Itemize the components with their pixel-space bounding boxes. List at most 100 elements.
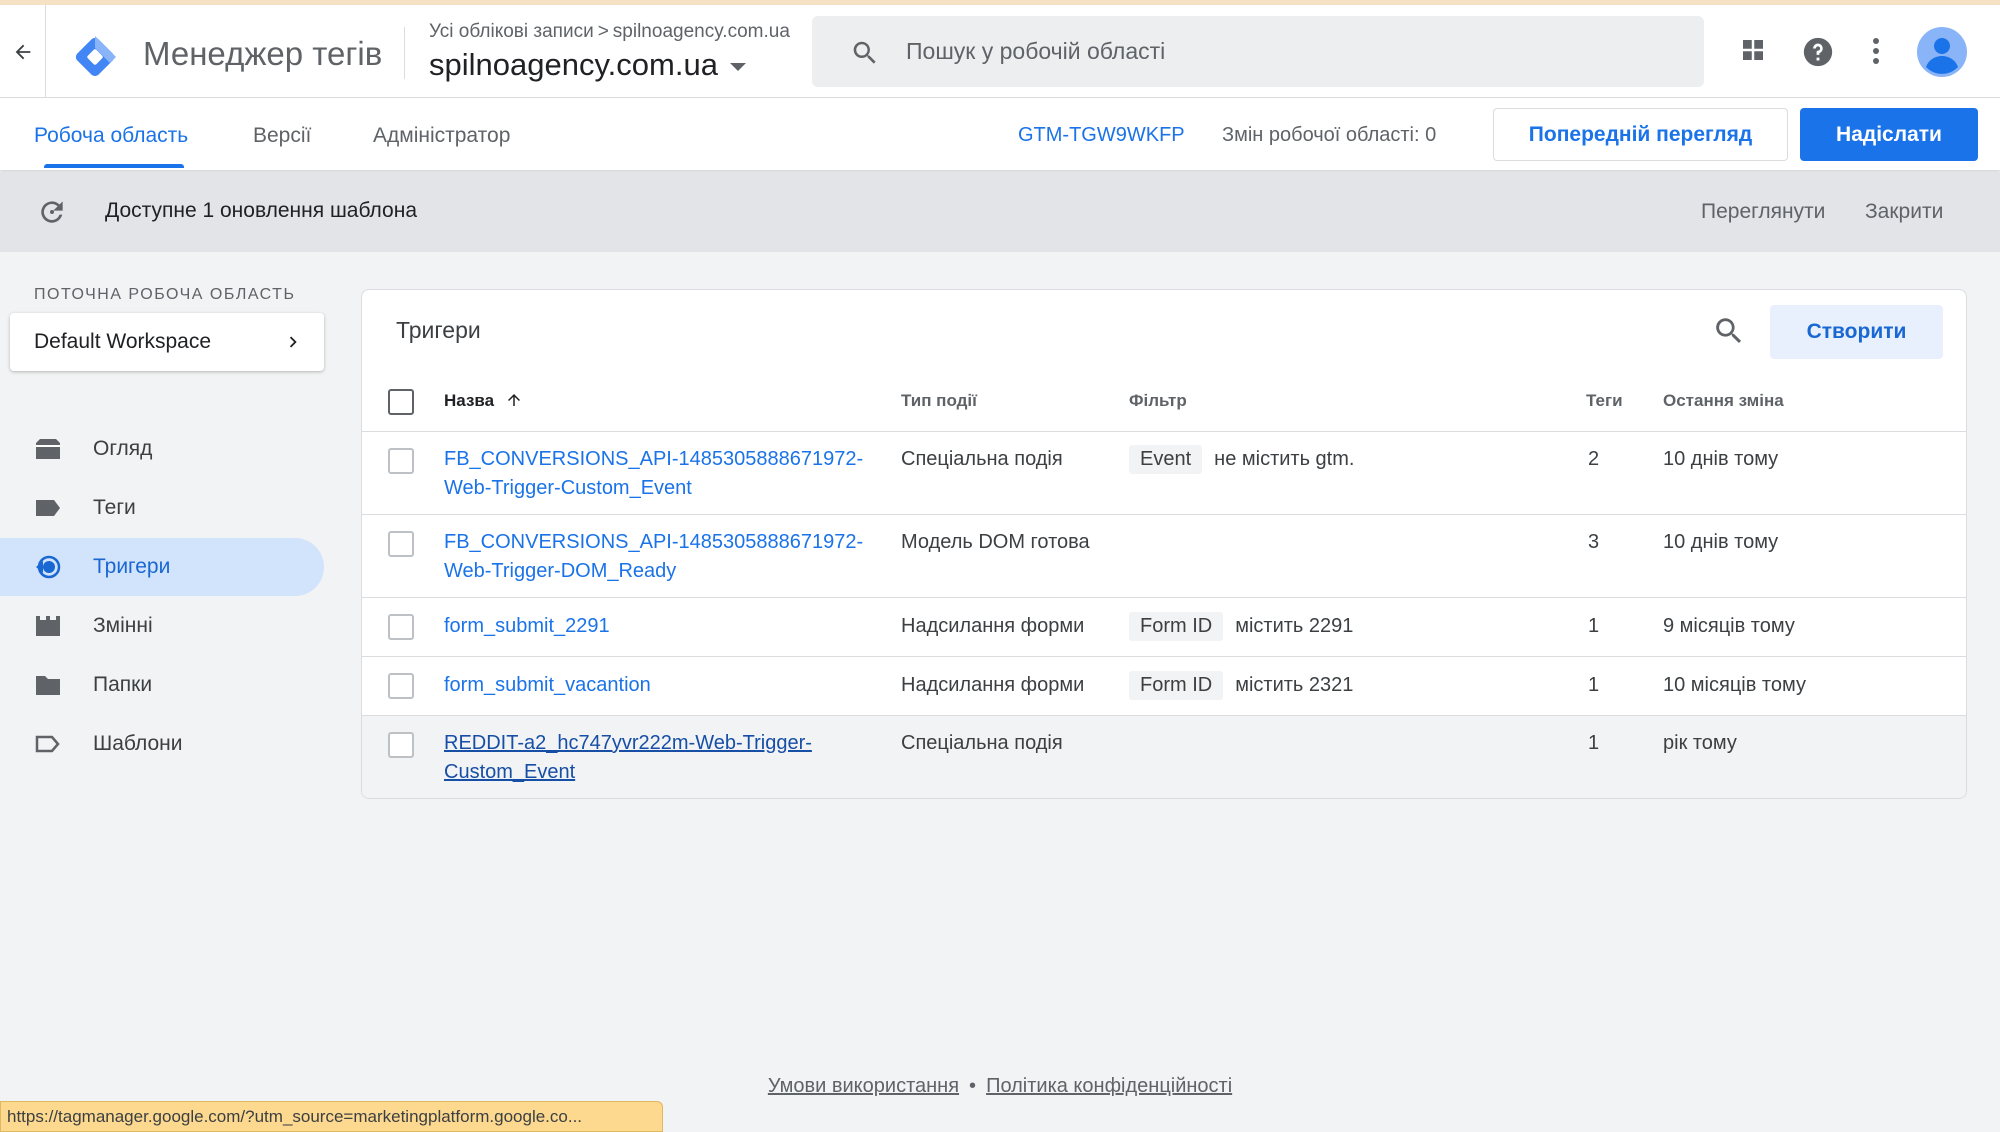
more-vert-icon[interactable] [1864, 35, 1888, 67]
row-checkbox[interactable] [388, 448, 414, 474]
filter-variable-chip: Form ID [1129, 671, 1224, 700]
tags-count: 3 [1588, 531, 1600, 553]
table-row[interactable]: REDDIT-a2_hc747yvr222m-Web-Trigger- Custo… [362, 715, 1966, 798]
container-name: spilnoagency.com.ua [429, 47, 718, 82]
filter-condition: не містить gtm. [1214, 448, 1355, 470]
column-header-filter[interactable]: Фільтр [1129, 391, 1187, 411]
sidebar-item-label: Тригери [93, 555, 171, 578]
preview-button[interactable]: Попередній перегляд [1493, 108, 1788, 161]
current-workspace-label: ПОТОЧНА РОБОЧА ОБЛАСТЬ [34, 286, 296, 303]
terms-link[interactable]: Умови використання [768, 1075, 959, 1097]
sidebar-item-templates[interactable]: Шаблони [0, 715, 324, 773]
workspace-name: Default Workspace [34, 330, 212, 353]
tags-count: 1 [1588, 732, 1600, 754]
folder-icon [36, 676, 60, 695]
sidebar-item-label: Змінні [93, 614, 153, 637]
header-divider [404, 27, 405, 79]
sort-ascending-icon [507, 394, 520, 406]
templates-icon [35, 735, 60, 753]
breadcrumb-account[interactable]: spilnoagency.com.ua [613, 21, 790, 42]
sidebar-item-overview[interactable]: Огляд [0, 420, 324, 478]
account-breadcrumb[interactable]: Усі облікові записи > spilnoagency.com.ua [429, 21, 790, 43]
event-type: Надсилання форми [901, 615, 1085, 637]
filter: Form ID містить 2291 [1129, 612, 1353, 641]
search-icon [853, 41, 876, 64]
table-row[interactable]: form_submit_vacantion Надсилання форми F… [362, 656, 1966, 715]
back-button[interactable] [0, 5, 46, 98]
apps-grid-icon[interactable] [1738, 35, 1768, 65]
event-type: Надсилання форми [901, 674, 1085, 696]
app-title: Менеджер тегів [143, 35, 383, 72]
tab-admin[interactable]: Адміністратор [373, 124, 510, 148]
sidebar-item-variables[interactable]: Змінні [0, 597, 324, 655]
sidebar-item-folders[interactable]: Папки [0, 656, 324, 714]
sidebar-item-tags[interactable]: Теги [0, 479, 324, 537]
workspace-selector[interactable]: Default Workspace [10, 313, 324, 371]
filter: Event не містить gtm. [1129, 445, 1354, 474]
column-header-event-type[interactable]: Тип події [901, 391, 977, 411]
container-id[interactable]: GTM-TGW9WKFP [1018, 124, 1185, 147]
footer-separator: • [969, 1075, 977, 1097]
trigger-name-link[interactable]: FB_CONVERSIONS_API-1485305888671972- Web-… [444, 445, 863, 503]
search-icon[interactable] [1712, 314, 1746, 348]
last-edited: 10 днів тому [1663, 531, 1779, 553]
account-avatar-icon[interactable] [1917, 27, 1967, 77]
row-checkbox[interactable] [388, 614, 414, 640]
table-row[interactable]: FB_CONVERSIONS_API-1485305888671972- Web-… [362, 514, 1966, 597]
create-trigger-button[interactable]: Створити [1770, 305, 1943, 359]
overview-icon [36, 439, 60, 459]
row-checkbox[interactable] [388, 531, 414, 557]
filter: Form ID містить 2321 [1129, 671, 1353, 700]
workspace-nav: Робоча область Версії Адміністратор GTM-… [0, 98, 2000, 170]
banner-view-button[interactable]: Переглянути [1701, 200, 1825, 224]
sidebar-item-label: Огляд [93, 437, 153, 460]
trigger-name-link[interactable]: REDDIT-a2_hc747yvr222m-Web-Trigger- Custo… [444, 729, 812, 787]
tags-count: 2 [1588, 448, 1600, 470]
workspace-changes-count: Змін робочої області: 0 [1222, 124, 1437, 146]
trigger-icon [36, 555, 61, 579]
triggers-title: Тригери [396, 317, 481, 343]
trigger-name-link[interactable]: form_submit_2291 [444, 612, 610, 641]
breadcrumb-all-accounts[interactable]: Усі облікові записи [429, 21, 594, 42]
submit-button[interactable]: Надіслати [1800, 108, 1978, 161]
last-edited: 9 місяців тому [1663, 615, 1795, 637]
table-row[interactable]: form_submit_2291 Надсилання форми Form I… [362, 597, 1966, 656]
event-type: Модель DOM готова [901, 531, 1090, 553]
page-footer: Умови використання • Політика конфіденційн… [0, 1075, 2000, 1098]
filter-condition: містить 2321 [1235, 674, 1354, 696]
row-checkbox[interactable] [388, 673, 414, 699]
container-selector[interactable]: spilnoagency.com.ua [429, 47, 746, 83]
gtm-logo[interactable] [70, 32, 120, 82]
chevron-right-icon: > [597, 21, 609, 42]
tab-versions[interactable]: Версії [253, 124, 311, 148]
workspace-search[interactable]: Пошук у робочій області [812, 16, 1704, 87]
last-edited: рік тому [1663, 732, 1737, 754]
last-edited: 10 місяців тому [1663, 674, 1806, 696]
help-icon[interactable] [1801, 35, 1835, 69]
tag-icon [36, 500, 60, 516]
dropdown-caret-icon [729, 62, 746, 71]
column-header-name[interactable]: Назва [444, 391, 523, 411]
column-header-last-edited[interactable]: Остання зміна [1663, 391, 1784, 411]
table-row[interactable]: FB_CONVERSIONS_API-1485305888671972- Web-… [362, 431, 1966, 514]
template-update-banner: Доступне 1 оновлення шаблона Переглянути… [0, 172, 2000, 252]
chevron-right-icon [289, 336, 297, 348]
event-type: Спеціальна подія [901, 448, 1063, 470]
row-checkbox[interactable] [388, 732, 414, 758]
sidebar-item-triggers[interactable]: Тригери [0, 538, 324, 596]
sidebar-item-label: Шаблони [93, 732, 183, 755]
app-header: Менеджер тегів Усі облікові записи > spiln… [0, 5, 2000, 98]
search-input[interactable]: Пошук у робочій області [906, 38, 1165, 65]
tags-count: 1 [1588, 674, 1600, 696]
trigger-name-link[interactable]: FB_CONVERSIONS_API-1485305888671972- Web-… [444, 528, 863, 586]
tab-workspace[interactable]: Робоча область [34, 124, 188, 148]
column-header-tags[interactable]: Теги [1586, 391, 1623, 411]
trigger-name-link[interactable]: form_submit_vacantion [444, 671, 651, 700]
sidebar-item-label: Папки [93, 673, 153, 696]
triggers-card: Тригери Створити Назва Тип події Фільтр … [361, 289, 1967, 799]
banner-close-button[interactable]: Закрити [1865, 200, 1943, 224]
filter-condition: містить 2291 [1235, 615, 1354, 637]
privacy-link[interactable]: Політика конфіденційності [986, 1075, 1232, 1097]
filter-variable-chip: Event [1129, 445, 1203, 474]
select-all-checkbox[interactable] [388, 389, 414, 415]
